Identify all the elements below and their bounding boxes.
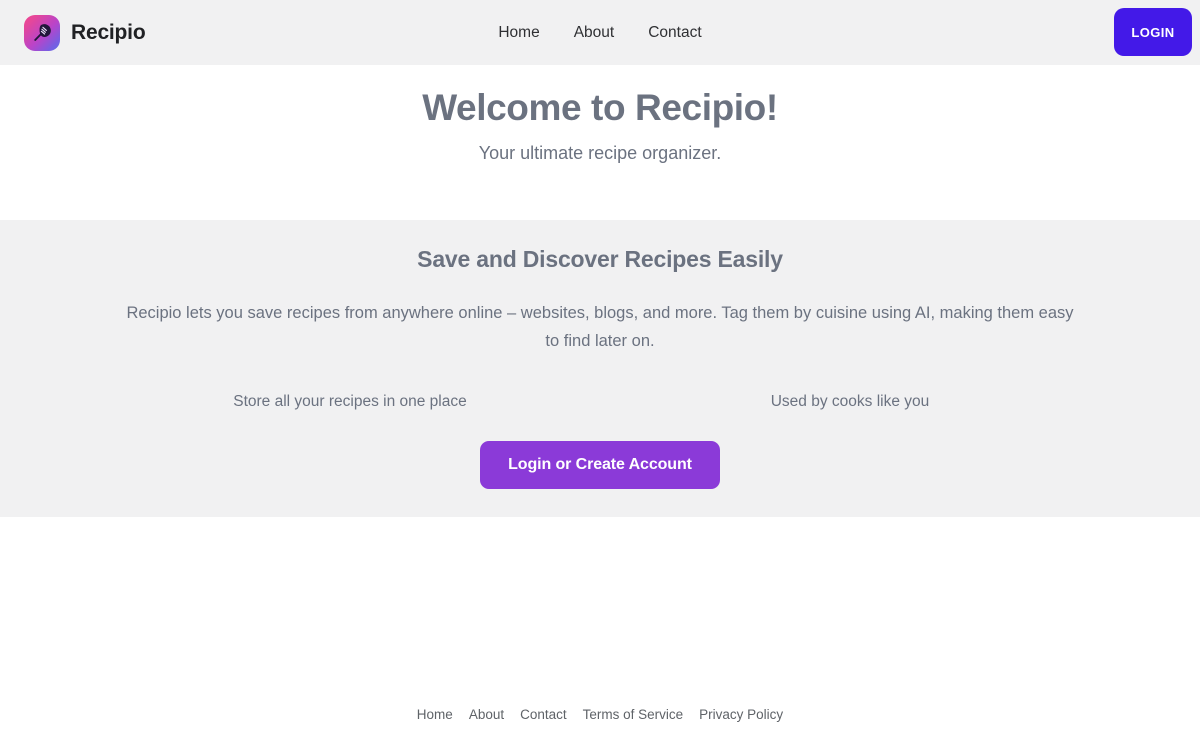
panel-description: Recipio lets you save recipes from anywh…	[126, 304, 1074, 351]
footer-link-terms-of-service[interactable]: Terms of Service	[583, 707, 684, 722]
site-header: Recipio Home About Contact LOGIN	[0, 0, 1200, 65]
panel-title: Save and Discover Recipes Easily	[417, 246, 783, 272]
cta-wrapper: Login or Create Account	[0, 441, 1200, 490]
login-or-create-account-button[interactable]: Login or Create Account	[480, 441, 720, 490]
hero-title: Welcome to Recipio!	[422, 87, 778, 128]
spatula-icon	[24, 14, 60, 51]
footer-link-home[interactable]: Home	[417, 707, 453, 722]
nav-item-home[interactable]: Home	[498, 24, 539, 42]
feature-row: Store all your recipes in one place Used…	[0, 393, 1200, 411]
brand-name: Recipio	[71, 20, 146, 44]
main-nav: Home About Contact	[498, 24, 701, 42]
page-root: Recipio Home About Contact LOGIN Welcome…	[0, 0, 1200, 750]
site-footer: Home About Contact Terms of Service Priv…	[0, 702, 1200, 750]
nav-item-contact[interactable]: Contact	[648, 24, 701, 42]
brand[interactable]: Recipio	[24, 14, 146, 51]
feature-item-storage: Store all your recipes in one place	[233, 393, 467, 411]
login-button[interactable]: LOGIN	[1114, 8, 1192, 56]
footer-links: Home About Contact Terms of Service Priv…	[417, 707, 783, 722]
hero-subtitle: Your ultimate recipe organizer.	[478, 143, 722, 164]
nav-item-about[interactable]: About	[574, 24, 615, 42]
feature-item-community: Used by cooks like you	[770, 393, 930, 411]
footer-link-contact[interactable]: Contact	[520, 707, 567, 722]
footer-link-about[interactable]: About	[469, 707, 504, 722]
content-spacer	[0, 517, 1200, 702]
hero-section: Welcome to Recipio! Your ultimate recipe…	[0, 65, 1200, 220]
footer-link-privacy-policy[interactable]: Privacy Policy	[699, 707, 783, 722]
feature-panel: Save and Discover Recipes Easily Recipio…	[0, 220, 1200, 517]
